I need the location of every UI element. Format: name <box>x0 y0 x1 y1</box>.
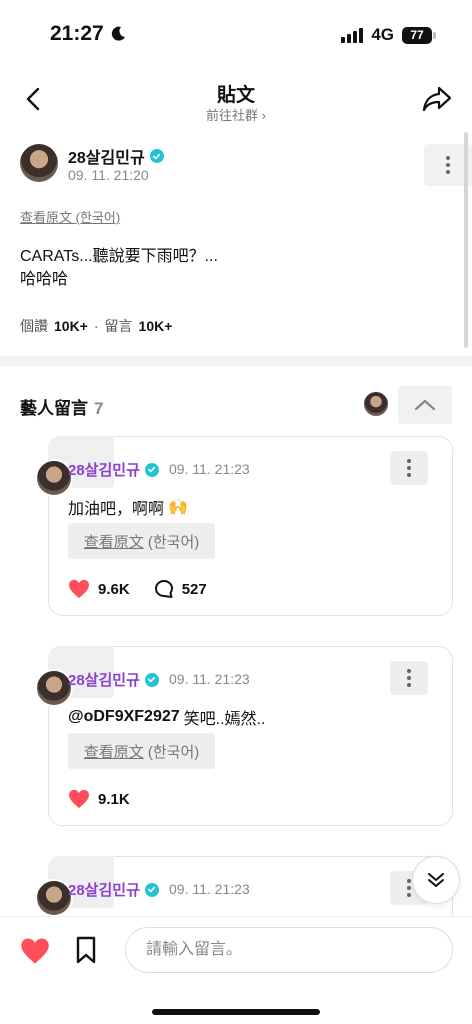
comment-stats: 9.6K 527 <box>68 579 207 599</box>
comment-body: 加油吧，啊啊 <box>68 501 165 518</box>
heart-icon[interactable] <box>68 579 90 599</box>
comments-label: 留言 <box>104 318 133 334</box>
likes-label: 個讚 <box>20 318 48 334</box>
share-button[interactable] <box>420 84 454 114</box>
comment-author[interactable]: 28살김민규 <box>68 879 159 900</box>
status-bar: 21:27 4G 77 <box>0 0 472 70</box>
status-indicators: 4G 77 <box>341 25 436 45</box>
likes-count: 10K+ <box>54 318 88 334</box>
verified-icon <box>144 882 159 897</box>
reply-count: 527 <box>181 580 207 598</box>
section-count: 7 <box>94 399 104 418</box>
collapse-button[interactable] <box>398 386 452 424</box>
home-indicator[interactable] <box>152 1009 320 1015</box>
post-timestamp: 09. 11. 21:20 <box>68 167 149 183</box>
comment-timestamp: 09. 11. 21:23 <box>169 671 250 687</box>
raised-hands-emoji: 🙌 <box>168 499 188 516</box>
author-name: 28살김민규 <box>68 150 145 167</box>
view-original-button[interactable]: 查看原文 (한국어) <box>68 733 215 769</box>
go-to-community-link[interactable]: 前往社群 › <box>0 105 472 124</box>
author-name: 28살김민규 <box>68 462 140 479</box>
section-title-text: 藝人留言 <box>20 399 88 418</box>
view-original-link: 查看原文 <box>83 533 144 551</box>
artist-comments-header: 藝人留言 7 <box>0 382 472 426</box>
comment-card: 28살김민규 09. 11. 21:23 加油吧，啊啊 🙌 查看原文 (한국어)… <box>35 436 453 616</box>
scroll-down-button[interactable] <box>412 856 460 904</box>
signal-icon <box>341 27 364 43</box>
moon-icon <box>111 26 125 41</box>
section-divider <box>0 356 472 366</box>
bookmark-icon[interactable] <box>74 936 98 964</box>
like-count: 9.6K <box>98 580 130 598</box>
more-vertical-icon <box>446 156 450 160</box>
heart-icon[interactable] <box>20 937 50 965</box>
verified-icon <box>144 672 159 687</box>
verified-icon <box>149 149 164 163</box>
comment-body: 笑吧..嫣然.. <box>183 711 266 728</box>
view-original-lang: (한국어) <box>147 743 200 761</box>
more-vertical-icon <box>407 879 411 883</box>
view-original-link: 查看原文 <box>83 743 144 761</box>
comment-text: @oDF9XF2927 笑吧..嫣然.. <box>68 705 265 729</box>
heart-icon[interactable] <box>68 789 90 809</box>
comment-bubble-icon[interactable] <box>154 579 174 599</box>
avatar[interactable] <box>20 144 58 182</box>
mention-link[interactable]: @oDF9XF2927 <box>68 708 180 726</box>
post-author[interactable]: 28살김민규 <box>68 144 164 168</box>
section-title: 藝人留言 7 <box>20 394 103 419</box>
status-time-group: 21:27 <box>50 22 126 46</box>
chevron-down-icon <box>428 873 444 887</box>
author-name: 28살김민규 <box>68 672 140 689</box>
page-title: 貼文 <box>216 85 255 106</box>
share-icon <box>422 86 452 112</box>
chevron-up-icon <box>414 399 436 411</box>
comment-more-button[interactable] <box>390 661 428 695</box>
comment-timestamp: 09. 11. 21:23 <box>169 881 250 897</box>
verified-icon <box>144 462 159 477</box>
network-type: 4G <box>371 25 394 44</box>
post-body: CARATs...聽說要下雨吧？... 哈哈哈 <box>20 248 218 288</box>
bottom-bar <box>0 916 472 1024</box>
battery-level: 77 <box>410 28 424 42</box>
more-vertical-icon <box>407 669 411 673</box>
stats-separator: · <box>93 318 99 334</box>
comment-timestamp: 09. 11. 21:23 <box>169 461 250 477</box>
post: 28살김민규 09. 11. 21:20 查看原文 (한국어) CARATs..… <box>0 140 472 352</box>
scrollbar[interactable] <box>464 132 468 348</box>
comment-card: 28살김민규 09. 11. 21:23 @oDF9XF2927 笑吧..嫣然.… <box>35 646 453 826</box>
view-original-lang: (한국어) <box>147 533 200 551</box>
comment-input[interactable] <box>125 927 453 973</box>
comments-count: 10K+ <box>138 318 173 334</box>
post-stats: 個讚 10K+ · 留言 10K+ <box>20 316 172 336</box>
status-time: 21:27 <box>50 22 104 45</box>
avatar[interactable] <box>364 392 388 416</box>
view-original-button[interactable]: 查看原文 (한국어) <box>68 523 215 559</box>
author-name: 28살김민규 <box>68 882 140 899</box>
header: 貼文 前往社群 › <box>0 72 472 132</box>
comment-text: 加油吧，啊啊 🙌 <box>68 495 188 519</box>
more-vertical-icon <box>407 459 411 463</box>
view-original-link[interactable]: 查看原文 (한국어) <box>20 207 120 226</box>
comment-more-button[interactable] <box>390 451 428 485</box>
comment-author[interactable]: 28살김민규 <box>68 669 159 690</box>
battery-icon: 77 <box>402 26 436 44</box>
comment-stats: 9.1K <box>68 789 130 809</box>
comment-author[interactable]: 28살김민규 <box>68 459 159 480</box>
like-count: 9.1K <box>98 790 130 808</box>
